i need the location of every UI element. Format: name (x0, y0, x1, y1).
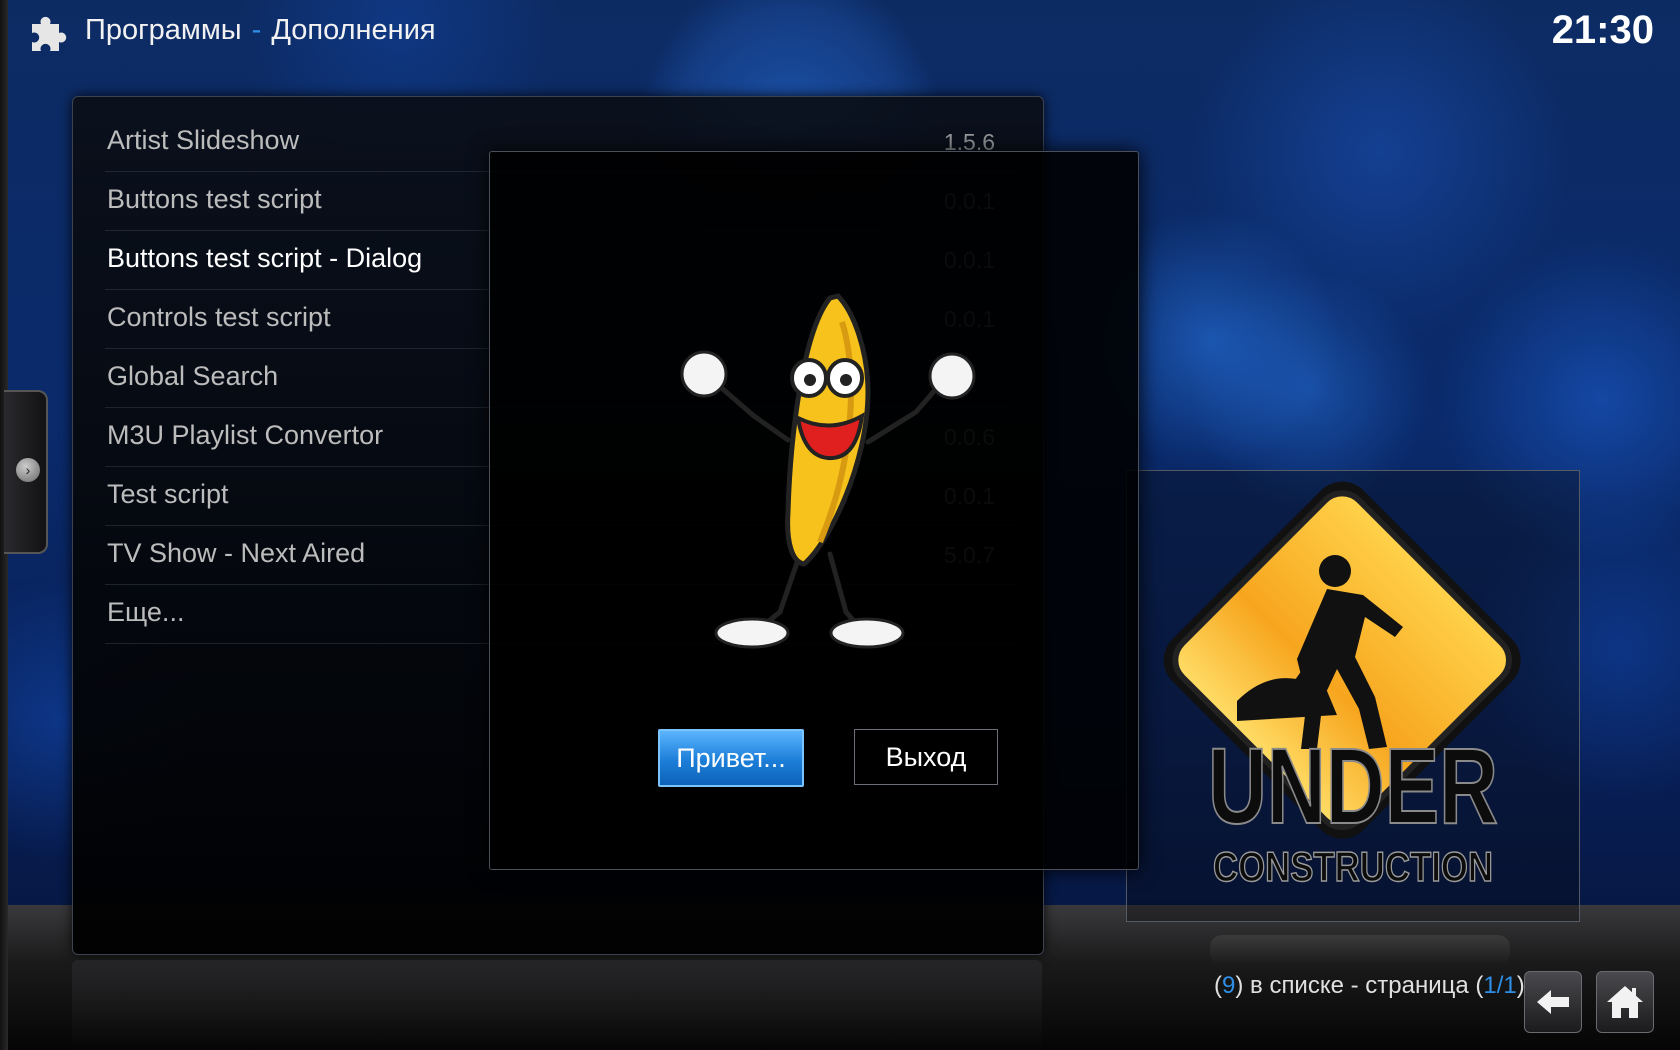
breadcrumb-section: Программы (85, 14, 242, 46)
list-status: (9) в списке - страница (1/1) (1214, 972, 1525, 1000)
script-dialog: Привет... Выход (489, 151, 1139, 870)
back-button[interactable] (1524, 971, 1582, 1033)
addon-name: Buttons test script (107, 184, 322, 214)
under-construction-icon: UNDER CONSTRUCTION (1163, 481, 1521, 891)
back-arrow-icon (1537, 990, 1569, 1014)
addon-name: Test script (107, 479, 229, 509)
addon-name: Artist Slideshow (107, 125, 300, 155)
addon-name: M3U Playlist Convertor (107, 420, 384, 450)
clock: 21:30 (1551, 8, 1654, 52)
addon-name: Еще... (107, 597, 185, 627)
breadcrumb: Программы - Дополнения (85, 14, 436, 47)
page-indicator: 1/1 (1483, 972, 1517, 999)
list-status-text: ) в списке - страница ( (1235, 972, 1484, 999)
addon-name: Global Search (107, 361, 279, 391)
breadcrumb-separator: - (251, 14, 262, 46)
puzzle-icon (32, 16, 67, 51)
list-status-open: ( (1214, 972, 1222, 999)
addon-name: Controls test script (107, 302, 331, 332)
thumb-line1: UNDER (1208, 725, 1498, 846)
thumbnail-reflection (1210, 935, 1510, 965)
hello-button[interactable]: Привет... (658, 729, 804, 787)
addon-thumbnail: UNDER CONSTRUCTION (1126, 470, 1580, 922)
addon-name: Buttons test script - Dialog (107, 243, 423, 273)
breadcrumb-subsection: Дополнения (271, 14, 436, 46)
item-count: 9 (1222, 972, 1236, 999)
home-icon (1607, 986, 1643, 1018)
addon-name: TV Show - Next Aired (107, 538, 366, 568)
panel-reflection (72, 960, 1042, 1050)
thumb-line2: CONSTRUCTION (1213, 843, 1493, 890)
chevron-right-icon: › (16, 458, 40, 482)
top-bar: Программы - Дополнения 21:30 (0, 0, 1680, 70)
exit-button[interactable]: Выход (854, 729, 998, 785)
side-menu-tab[interactable]: › (4, 390, 48, 554)
dancing-banana-image (680, 293, 976, 649)
home-button[interactable] (1596, 971, 1654, 1033)
